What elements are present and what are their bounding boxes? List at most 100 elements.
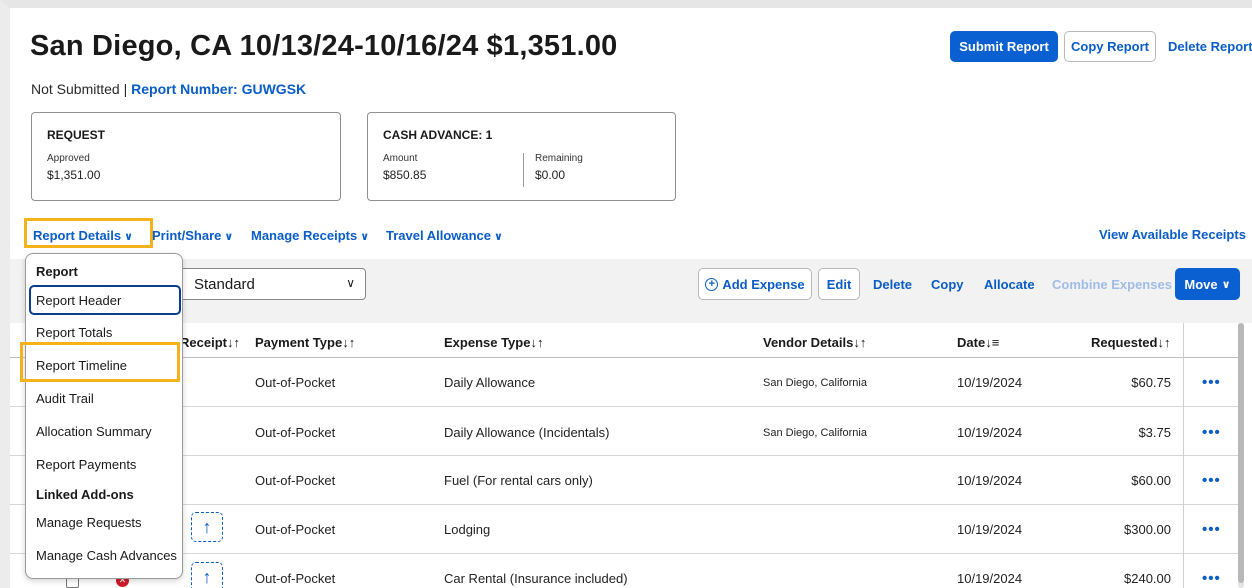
row-more-icon[interactable]: ••• (1202, 521, 1221, 538)
travel-allowance-menu[interactable]: Travel Allowance ∨ (386, 228, 503, 243)
col-payment-type-label: Payment Type (255, 335, 343, 350)
menu-item-report-payments[interactable]: Report Payments (36, 457, 136, 472)
table-row[interactable] (10, 358, 1240, 407)
report-number[interactable]: Report Number: GUWGSK (131, 81, 306, 97)
manage-receipts-label: Manage Receipts (251, 228, 358, 243)
report-details-dropdown: Report Report Header Report Totals Repor… (25, 253, 183, 579)
col-expense-type[interactable]: Expense Type↓↑ (444, 335, 543, 350)
sort-icon: ↓↑ (342, 335, 356, 350)
remaining-label: Remaining (535, 153, 583, 164)
remaining-value: $0.00 (535, 168, 566, 182)
expense-type-cell: Daily Allowance (Incidentals) (444, 425, 610, 440)
dropdown-section-report: Report (36, 264, 78, 279)
manage-receipts-menu[interactable]: Manage Receipts ∨ (251, 228, 369, 243)
payment-type-cell: Out-of-Pocket (255, 473, 336, 488)
row-more-icon[interactable]: ••• (1202, 424, 1221, 441)
menu-item-report-totals[interactable]: Report Totals (36, 325, 112, 340)
submit-report-button[interactable]: Submit Report (950, 31, 1058, 62)
menu-item-manage-cash-advances[interactable]: Manage Cash Advances (36, 548, 177, 563)
sort-icon: ↓↑ (530, 335, 544, 350)
add-circle-icon: + (705, 277, 719, 291)
row-more-icon[interactable]: ••• (1202, 374, 1221, 391)
report-details-menu[interactable]: Report Details ∨ (33, 228, 133, 243)
actions-column-divider (1183, 323, 1184, 588)
sort-icon: ↓↑ (853, 335, 867, 350)
table-row[interactable] (10, 407, 1240, 456)
menu-item-allocation-summary[interactable]: Allocation Summary (36, 424, 152, 439)
amount-cell: $3.75 (1138, 425, 1171, 440)
date-cell: 10/19/2024 (957, 473, 1023, 488)
report-details-label: Report Details (33, 228, 122, 243)
row-more-icon[interactable]: ••• (1202, 472, 1221, 489)
view-select-value: Standard (194, 275, 255, 293)
add-expense-label: Add Expense (722, 276, 805, 292)
col-date[interactable]: Date↓≡ (957, 335, 999, 350)
table-row[interactable] (10, 456, 1240, 505)
chevron-down-icon: ∨ (224, 231, 234, 243)
payment-type-cell: Out-of-Pocket (255, 375, 336, 390)
expense-type-cell: Lodging (444, 522, 491, 537)
expense-type-cell: Fuel (For rental cars only) (444, 473, 593, 488)
vendor-cell: San Diego, California (763, 377, 867, 389)
status-separator: | (123, 81, 128, 97)
copy-button[interactable]: Copy (931, 277, 964, 292)
amount-cell: $300.00 (1124, 522, 1171, 537)
vendor-cell: San Diego, California (763, 427, 867, 439)
chevron-down-icon: ∨ (124, 231, 134, 243)
payment-type-cell: Out-of-Pocket (255, 522, 336, 537)
menu-item-manage-requests[interactable]: Manage Requests (36, 515, 142, 530)
chevron-down-icon: ∨ (1221, 278, 1231, 291)
col-date-label: Date (957, 335, 986, 350)
request-card-title: REQUEST (47, 128, 106, 142)
card-divider (523, 153, 524, 187)
chevron-down-icon: ∨ (360, 231, 370, 243)
report-timeline-highlight (20, 342, 180, 382)
col-receipt-label: Receipt (180, 335, 227, 350)
delete-report-button[interactable]: Delete Report (1168, 39, 1252, 54)
chevron-down-icon: ∨ (494, 231, 503, 243)
allocate-button[interactable]: Allocate (984, 277, 1035, 292)
col-vendor-label: Vendor Details (763, 335, 854, 350)
view-available-receipts-link[interactable]: View Available Receipts ☰ (1099, 227, 1252, 243)
date-cell: 10/19/2024 (957, 425, 1023, 440)
view-select[interactable]: Standard ∨ (165, 268, 366, 300)
report-status: Not Submitted (31, 81, 120, 97)
print-share-label: Print/Share (152, 228, 222, 243)
approved-value: $1,351.00 (47, 168, 101, 182)
copy-report-button[interactable]: Copy Report (1064, 31, 1156, 62)
upload-receipt-icon[interactable]: ↑ (191, 512, 223, 542)
col-expense-type-label: Expense Type (444, 335, 531, 350)
move-label: Move (1184, 276, 1218, 292)
edit-button[interactable]: Edit (818, 268, 860, 300)
amount-cell: $60.75 (1131, 375, 1171, 390)
add-expense-button[interactable]: + Add Expense (698, 268, 812, 300)
request-card: REQUEST Approved $1,351.00 (31, 112, 341, 201)
move-button[interactable]: Move ∨ (1175, 268, 1240, 300)
cash-advance-title: CASH ADVANCE: 1 (383, 128, 493, 142)
delete-button[interactable]: Delete (873, 277, 912, 292)
expense-type-cell: Car Rental (Insurance included) (444, 571, 628, 586)
report-title: San Diego, CA 10/13/24-10/16/24 $1,351.0… (30, 30, 618, 62)
amount-label: Amount (383, 153, 418, 164)
col-vendor-details[interactable]: Vendor Details↓↑ (763, 335, 866, 350)
combine-expenses-button[interactable]: Combine Expenses (1052, 277, 1172, 292)
menu-item-report-header[interactable]: Report Header (36, 293, 121, 308)
cash-advance-card: CASH ADVANCE: 1 Amount $850.85 Remaining… (367, 112, 676, 201)
upload-receipt-icon[interactable]: ↑ (191, 562, 223, 588)
payment-type-cell: Out-of-Pocket (255, 425, 336, 440)
col-receipt[interactable]: Receipt↓↑ (180, 335, 240, 350)
amount-value: $850.85 (383, 168, 427, 182)
print-share-menu[interactable]: Print/Share ∨ (152, 228, 233, 243)
col-payment-type[interactable]: Payment Type↓↑ (255, 335, 355, 350)
menu-item-audit-trail[interactable]: Audit Trail (36, 391, 94, 406)
row-more-icon[interactable]: ••• (1202, 570, 1221, 587)
table-scrollbar-thumb[interactable] (1238, 323, 1244, 583)
chevron-down-icon: ∨ (346, 276, 355, 290)
dropdown-section-linked-addons: Linked Add-ons (36, 487, 134, 502)
col-requested[interactable]: Requested↓↑ (1091, 335, 1170, 350)
expense-type-cell: Daily Allowance (444, 375, 536, 390)
date-cell: 10/19/2024 (957, 522, 1023, 537)
travel-allowance-label: Travel Allowance (386, 228, 492, 243)
col-requested-label: Requested (1091, 335, 1158, 350)
date-cell: 10/19/2024 (957, 375, 1023, 390)
